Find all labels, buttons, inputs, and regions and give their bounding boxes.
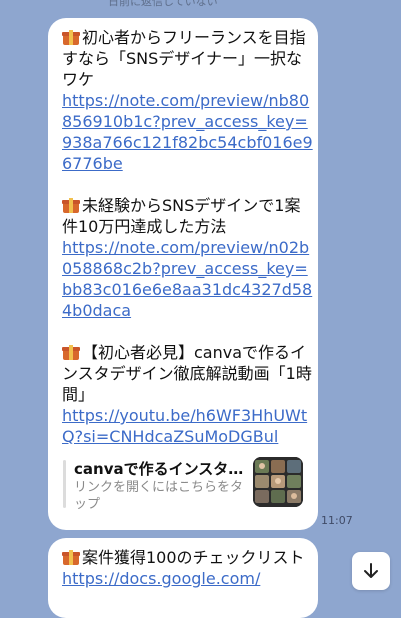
- scroll-to-bottom-button[interactable]: [352, 552, 390, 590]
- preview-accent-bar: [63, 460, 66, 508]
- gift-icon: [62, 343, 80, 360]
- message-block: 【初心者必見】canvaで作るインスタデザイン徹底解説動画「1時間」 https…: [62, 342, 314, 447]
- message-link[interactable]: https://note.com/preview/nb80856910b1c?p…: [62, 90, 314, 174]
- message-block: 未経験からSNSデザインで1案件10万円達成した方法 https://note.…: [62, 195, 314, 321]
- message-text: 【初心者必見】canvaで作るインスタデザイン徹底解説動画「1時間」: [62, 342, 314, 405]
- message-link[interactable]: https://docs.google.com/: [62, 568, 314, 589]
- message-text: 案件獲得100のチェックリスト: [62, 547, 314, 568]
- gift-icon: [62, 28, 80, 45]
- message-bubble[interactable]: 案件獲得100のチェックリスト https://docs.google.com/: [48, 538, 318, 618]
- preview-title: canvaで作るインスタ…: [74, 460, 244, 478]
- arrow-down-icon: [364, 563, 378, 578]
- thumbnail-image: [253, 457, 303, 507]
- gift-icon: [62, 196, 80, 213]
- message-timestamp: 11:07: [321, 514, 353, 527]
- block-title: 【初心者必見】canvaで作るインスタデザイン徹底解説動画「1時間」: [62, 343, 312, 404]
- preview-subtitle: リンクを開くにはこちらをタップ: [74, 480, 244, 512]
- message-link[interactable]: https://note.com/preview/n02b058868c2b?p…: [62, 237, 314, 321]
- message-bubble[interactable]: 初心者からフリーランスを目指すなら「SNSデザイナー」一択なワケ https:/…: [48, 18, 318, 530]
- system-note: 日前に返信していない: [108, 0, 218, 8]
- message-block: 案件獲得100のチェックリスト https://docs.google.com/: [62, 547, 314, 589]
- block-title: 案件獲得100のチェックリスト: [82, 548, 305, 567]
- preview-thumbnail[interactable]: [253, 457, 303, 507]
- block-title: 初心者からフリーランスを目指すなら「SNSデザイナー」一択なワケ: [62, 28, 306, 89]
- message-link[interactable]: https://youtu.be/h6WF3HhUWtQ?si=CNHdcaZS…: [62, 405, 314, 447]
- message-text: 未経験からSNSデザインで1案件10万円達成した方法: [62, 195, 314, 237]
- link-preview-card[interactable]: canvaで作るインスタ… リンクを開くにはこちらをタップ: [62, 457, 314, 512]
- message-block: 初心者からフリーランスを目指すなら「SNSデザイナー」一択なワケ https:/…: [62, 27, 314, 174]
- gift-icon: [62, 548, 80, 565]
- message-text: 初心者からフリーランスを目指すなら「SNSデザイナー」一択なワケ: [62, 27, 314, 90]
- block-title: 未経験からSNSデザインで1案件10万円達成した方法: [62, 196, 301, 236]
